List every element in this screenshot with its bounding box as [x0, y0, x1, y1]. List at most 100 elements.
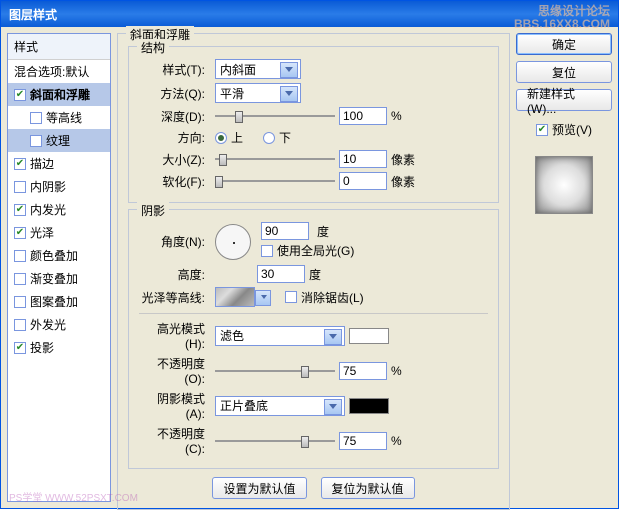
- gloss-contour-label: 光泽等高线:: [139, 289, 205, 306]
- sidebar-checkbox-7[interactable]: [14, 250, 26, 262]
- highlight-opacity-label: 不透明度(O):: [139, 355, 205, 386]
- bevel-emboss-group: 斜面和浮雕 结构 样式(T): 内斜面 方法(Q): 平滑: [117, 33, 510, 510]
- highlight-color-swatch[interactable]: [349, 328, 389, 344]
- direction-down-label: 下: [279, 129, 291, 146]
- sidebar-checkbox-6[interactable]: [14, 227, 26, 239]
- direction-up-label: 上: [231, 129, 243, 146]
- sidebar-item-8[interactable]: 渐变叠加: [8, 267, 110, 290]
- sidebar-item-2[interactable]: 纹理: [8, 129, 110, 152]
- shadow-opacity-slider[interactable]: [215, 434, 335, 448]
- preview-swatch: [535, 156, 593, 214]
- depth-label: 深度(D):: [139, 108, 205, 125]
- highlight-mode-label: 高光模式(H):: [139, 320, 205, 351]
- titlebar[interactable]: 图层样式 思缘设计论坛 BBS.16XX8.COM: [1, 1, 618, 27]
- size-input[interactable]: [339, 150, 387, 168]
- sidebar-label-3: 描边: [30, 155, 54, 172]
- depth-slider[interactable]: [215, 109, 335, 123]
- technique-select[interactable]: 平滑: [215, 83, 301, 103]
- angle-picker[interactable]: [215, 224, 251, 260]
- altitude-input[interactable]: [257, 265, 305, 283]
- highlight-opacity-unit: %: [391, 364, 402, 378]
- size-label: 大小(Z):: [139, 151, 205, 168]
- depth-input[interactable]: [339, 107, 387, 125]
- sidebar-item-6[interactable]: 光泽: [8, 221, 110, 244]
- sidebar-checkbox-9[interactable]: [14, 296, 26, 308]
- sidebar-item-11[interactable]: 投影: [8, 336, 110, 359]
- style-label: 样式(T):: [139, 61, 205, 78]
- direction-down-radio[interactable]: [263, 132, 275, 144]
- sidebar-item-1[interactable]: 等高线: [8, 106, 110, 129]
- angle-unit: 度: [317, 223, 329, 240]
- reset-default-button[interactable]: 复位为默认值: [321, 477, 415, 499]
- soften-label: 软化(F):: [139, 173, 205, 190]
- sidebar-item-9[interactable]: 图案叠加: [8, 290, 110, 313]
- sidebar-checkbox-3[interactable]: [14, 158, 26, 170]
- soften-input[interactable]: [339, 172, 387, 190]
- sidebar-checkbox-0[interactable]: [14, 89, 26, 101]
- highlight-mode-select[interactable]: 滤色: [215, 326, 345, 346]
- sidebar-item-3[interactable]: 描边: [8, 152, 110, 175]
- shadow-mode-label: 阴影模式(A):: [139, 390, 205, 421]
- sidebar-checkbox-8[interactable]: [14, 273, 26, 285]
- sidebar-label-7: 颜色叠加: [30, 247, 78, 264]
- soften-slider[interactable]: [215, 174, 335, 188]
- main-panel: 斜面和浮雕 结构 样式(T): 内斜面 方法(Q): 平滑: [117, 33, 510, 502]
- sidebar-item-0[interactable]: 斜面和浮雕: [8, 83, 110, 106]
- size-slider[interactable]: [215, 152, 335, 166]
- structure-legend: 结构: [137, 39, 169, 56]
- sidebar-item-5[interactable]: 内发光: [8, 198, 110, 221]
- content-area: 样式 混合选项:默认 斜面和浮雕等高线纹理描边内阴影内发光光泽颜色叠加渐变叠加图…: [1, 27, 618, 508]
- sidebar-label-8: 渐变叠加: [30, 270, 78, 287]
- angle-input[interactable]: [261, 222, 309, 240]
- highlight-opacity-slider[interactable]: [215, 364, 335, 378]
- structure-group: 结构 样式(T): 内斜面 方法(Q): 平滑 深度: [128, 46, 499, 203]
- footer-watermark: PS学堂 WWW.52PSXT.COM: [9, 489, 138, 504]
- preview-checkbox[interactable]: [536, 124, 548, 136]
- sidebar-checkbox-4[interactable]: [14, 181, 26, 193]
- shading-group: 阴影 角度(N): 度 使用全局光(G): [128, 209, 499, 469]
- shadow-opacity-input[interactable]: [339, 432, 387, 450]
- sidebar-label-0: 斜面和浮雕: [30, 86, 90, 103]
- window-title: 图层样式: [9, 6, 57, 23]
- highlight-opacity-input[interactable]: [339, 362, 387, 380]
- style-select[interactable]: 内斜面: [215, 59, 301, 79]
- gloss-contour-picker[interactable]: [215, 287, 255, 307]
- shadow-opacity-label: 不透明度(C):: [139, 425, 205, 456]
- global-light-checkbox[interactable]: [261, 245, 273, 257]
- sidebar-label-9: 图案叠加: [30, 293, 78, 310]
- sidebar-label-10: 外发光: [30, 316, 66, 333]
- cancel-button[interactable]: 复位: [516, 61, 612, 83]
- sidebar-header: 样式: [8, 34, 110, 60]
- antialias-label: 消除锯齿(L): [301, 289, 364, 306]
- sidebar-item-4[interactable]: 内阴影: [8, 175, 110, 198]
- antialias-checkbox[interactable]: [285, 291, 297, 303]
- shading-legend: 阴影: [137, 202, 169, 219]
- sidebar-checkbox-5[interactable]: [14, 204, 26, 216]
- sidebar-checkbox-2[interactable]: [30, 135, 42, 147]
- new-style-button[interactable]: 新建样式(W)...: [516, 89, 612, 111]
- sidebar-label-5: 内发光: [30, 201, 66, 218]
- make-default-button[interactable]: 设置为默认值: [212, 477, 306, 499]
- sidebar-checkbox-1[interactable]: [30, 112, 42, 124]
- sidebar-checkbox-11[interactable]: [14, 342, 26, 354]
- sidebar-checkbox-10[interactable]: [14, 319, 26, 331]
- styles-sidebar: 样式 混合选项:默认 斜面和浮雕等高线纹理描边内阴影内发光光泽颜色叠加渐变叠加图…: [7, 33, 111, 502]
- shadow-mode-select[interactable]: 正片叠底: [215, 396, 345, 416]
- sidebar-blending-options[interactable]: 混合选项:默认: [8, 60, 110, 83]
- direction-label: 方向:: [139, 129, 205, 146]
- sidebar-label-1: 等高线: [46, 109, 82, 126]
- sidebar-label-11: 投影: [30, 339, 54, 356]
- direction-up-radio[interactable]: [215, 132, 227, 144]
- sidebar-label-4: 内阴影: [30, 178, 66, 195]
- sidebar-item-7[interactable]: 颜色叠加: [8, 244, 110, 267]
- depth-unit: %: [391, 109, 402, 123]
- size-unit: 像素: [391, 151, 415, 168]
- ok-button[interactable]: 确定: [516, 33, 612, 55]
- sidebar-item-10[interactable]: 外发光: [8, 313, 110, 336]
- technique-label: 方法(Q):: [139, 85, 205, 102]
- angle-label: 角度(N):: [139, 233, 205, 250]
- right-column: 确定 复位 新建样式(W)... 预览(V): [516, 33, 612, 502]
- shadow-color-swatch[interactable]: [349, 398, 389, 414]
- layer-style-dialog: 图层样式 思缘设计论坛 BBS.16XX8.COM 样式 混合选项:默认 斜面和…: [0, 0, 619, 509]
- watermark: 思缘设计论坛 BBS.16XX8.COM: [514, 5, 610, 31]
